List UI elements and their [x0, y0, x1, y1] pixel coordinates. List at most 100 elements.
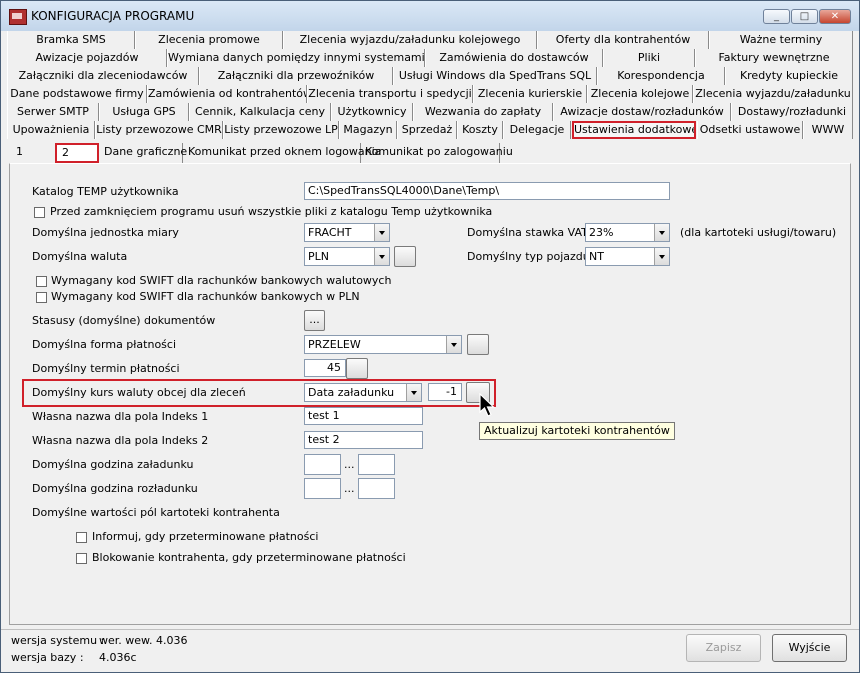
tab-zalaczniki-przewoznikow[interactable]: Załączniki dla przewoźników	[199, 67, 393, 85]
godzina-zaladunku-sep: ...	[344, 458, 355, 471]
jednostka-value: FRACHT	[308, 226, 352, 239]
tab-www[interactable]: WWW	[803, 121, 853, 139]
tab-odsetki-ustawowe[interactable]: Odsetki ustawowe	[697, 121, 803, 139]
subtab-2[interactable]: 2	[55, 143, 99, 163]
exit-button[interactable]: Wyjście	[772, 634, 847, 662]
subtab-dane-graficzne[interactable]: Dane graficzne	[101, 143, 187, 163]
subtab-komunikat-po[interactable]: Komunikat po zalogowaniu	[362, 143, 513, 163]
statusy-label: Stasusy (domyślne) dokumentów	[32, 314, 216, 327]
subtab-komunikat-przed[interactable]: Komunikat przed oknem logowania	[185, 143, 381, 163]
typ-pojazdu-select[interactable]: NT	[585, 247, 670, 266]
tab-uzytkownicy[interactable]: Użytkownicy	[331, 103, 413, 121]
tab-zamowienia-do-dostawcow[interactable]: Zamówienia do dostawców	[425, 49, 603, 67]
forma-platnosci-label: Domyślna forma płatności	[32, 338, 177, 351]
tab-faktury-wewnetrzne[interactable]: Faktury wewnętrzne	[695, 49, 853, 67]
waluta-select[interactable]: PLN	[304, 247, 390, 266]
chevron-down-icon[interactable]	[406, 384, 421, 401]
swift-walutowe-checkbox[interactable]	[36, 276, 47, 287]
kurs-offset-input[interactable]: -1	[428, 383, 462, 401]
jednostka-select[interactable]: FRACHT	[304, 223, 390, 242]
statusy-button[interactable]: ...	[304, 310, 325, 331]
tab-uslugi-windows[interactable]: Usługi Windows dla SpedTrans SQL	[393, 67, 597, 85]
tab-wazne-terminy[interactable]: Ważne terminy	[709, 31, 853, 49]
tab-koszty[interactable]: Koszty	[457, 121, 503, 139]
tab-cennik[interactable]: Cennik, Kalkulacja ceny	[189, 103, 331, 121]
chevron-down-icon[interactable]	[374, 224, 389, 241]
forma-platnosci-select[interactable]: PRZELEW	[304, 335, 462, 354]
godzina-zaladunku-od[interactable]	[304, 454, 341, 475]
tab-zlecenia-transportu[interactable]: Zlecenia transportu i spedycji	[307, 85, 473, 103]
tab-korespondencja[interactable]: Korespondencja	[597, 67, 725, 85]
wersja-bazy-label: wersja bazy :	[11, 651, 84, 664]
tab-row-2: Awizacje pojazdów Wymiana danych pomiędz…	[7, 49, 853, 67]
kurs-select[interactable]: Data załadunku	[304, 383, 422, 402]
config-window: KONFIGURACJA PROGRAMU _ □ ✕ Bramka SMS Z…	[0, 0, 860, 673]
subtab-1[interactable]: 1	[13, 143, 53, 163]
chevron-down-icon[interactable]	[654, 224, 669, 241]
indeks2-input[interactable]: test 2	[304, 431, 423, 449]
tab-zlecenia-kolejowe[interactable]: Zlecenia kolejowe	[587, 85, 693, 103]
chevron-down-icon[interactable]	[374, 248, 389, 265]
godzina-zaladunku-do[interactable]	[358, 454, 395, 475]
chevron-down-icon[interactable]	[446, 336, 461, 353]
godzina-zaladunku-label: Domyślna godzina załadunku	[32, 458, 194, 471]
stawka-vat-value: 23%	[589, 226, 614, 239]
swift-pln-checkbox[interactable]	[36, 292, 47, 303]
tab-zlecenia-promowe[interactable]: Zlecenia promowe	[135, 31, 283, 49]
tab-sprzedaz[interactable]: Sprzedaż	[397, 121, 457, 139]
blokowanie-checkbox[interactable]	[76, 553, 87, 564]
indeks1-input[interactable]: test 1	[304, 407, 423, 425]
usun-pliki-checkbox[interactable]	[34, 207, 45, 218]
tab-row-4: Dane podstawowe firmy Zamówienia od kont…	[7, 85, 853, 103]
window-title: KONFIGURACJA PROGRAMU	[31, 9, 195, 23]
tab-zlecenia-wyjazdu[interactable]: Zlecenia wyjazdu/załadunku	[693, 85, 853, 103]
tab-upowaznienia[interactable]: Upoważnienia	[7, 121, 95, 139]
tab-ustawienia-dodatkowe[interactable]: Ustawienia dodatkowe	[572, 121, 696, 139]
tab-usluga-gps[interactable]: Usługa GPS	[99, 103, 189, 121]
godzina-rozladunku-od[interactable]	[304, 478, 341, 499]
waluta-value: PLN	[308, 250, 329, 263]
minimize-icon[interactable]: _	[763, 9, 790, 24]
waluta-extra-button[interactable]	[394, 246, 416, 267]
tab-awizacje-pojazdow[interactable]: Awizacje pojazdów	[7, 49, 167, 67]
indeks1-label: Własna nazwa dla pola Indeks 1	[32, 410, 209, 423]
forma-platnosci-extra-button[interactable]	[467, 334, 489, 355]
termin-extra-button[interactable]	[346, 358, 368, 379]
stawka-vat-select[interactable]: 23%	[585, 223, 670, 242]
tab-wymiana-danych[interactable]: Wymiana danych pomiędzy innymi systemami	[167, 49, 425, 67]
godzina-rozladunku-sep: ...	[344, 482, 355, 495]
tab-dostawy-rozladunki[interactable]: Dostawy/rozładunki	[731, 103, 853, 121]
tab-listy-lp[interactable]: Listy przewozowe LP	[223, 121, 339, 139]
tab-listy-cmr[interactable]: Listy przewozowe CMR	[95, 121, 223, 139]
blokowanie-label: Blokowanie kontrahenta, gdy przeterminow…	[92, 551, 406, 564]
wersja-systemu-value: wer. wew. 4.036	[99, 634, 188, 647]
tab-wezwania[interactable]: Wezwania do zapłaty	[413, 103, 553, 121]
tab-delegacje[interactable]: Delegacje	[503, 121, 571, 139]
godzina-rozladunku-do[interactable]	[358, 478, 395, 499]
informuj-checkbox[interactable]	[76, 532, 87, 543]
tab-zalaczniki-zleceniodawcow[interactable]: Załączniki dla zleceniodawców	[7, 67, 199, 85]
tab-row-3: Załączniki dla zleceniodawców Załączniki…	[7, 67, 853, 85]
chevron-down-icon[interactable]	[654, 248, 669, 265]
maximize-icon[interactable]: □	[791, 9, 818, 24]
kurs-value: Data załadunku	[308, 386, 395, 399]
tab-zamowienia-od-kontrahentow[interactable]: Zamówienia od kontrahentów	[147, 85, 307, 103]
tab-zlecenia-kurierskie[interactable]: Zlecenia kurierskie	[473, 85, 587, 103]
close-icon[interactable]: ✕	[819, 9, 851, 24]
tab-pliki[interactable]: Pliki	[603, 49, 695, 67]
tab-magazyn[interactable]: Magazyn	[339, 121, 397, 139]
tab-oferty[interactable]: Oferty dla kontrahentów	[537, 31, 709, 49]
tab-kredyty-kupieckie[interactable]: Kredyty kupieckie	[725, 67, 853, 85]
tab-awizacje-dostaw[interactable]: Awizacje dostaw/rozładunków	[553, 103, 731, 121]
tab-zlecenia-wyjazdu-kolejowego[interactable]: Zlecenia wyjazdu/załadunku kolejowego	[283, 31, 537, 49]
app-icon	[9, 9, 27, 25]
tab-row-1: Bramka SMS Zlecenia promowe Zlecenia wyj…	[7, 31, 853, 49]
tab-dane-podstawowe[interactable]: Dane podstawowe firmy	[7, 85, 147, 103]
tab-serwer-smtp[interactable]: Serwer SMTP	[7, 103, 99, 121]
tab-row-6: Upoważnienia Listy przewozowe CMR Listy …	[7, 121, 853, 139]
termin-input[interactable]: 45	[304, 359, 346, 377]
save-button[interactable]: Zapisz	[686, 634, 761, 662]
katalog-temp-input[interactable]: C:\SpedTransSQL4000\Dane\Temp\	[304, 182, 670, 200]
tab-row-5: Serwer SMTP Usługa GPS Cennik, Kalkulacj…	[7, 103, 853, 121]
tab-bramka-sms[interactable]: Bramka SMS	[7, 31, 135, 49]
